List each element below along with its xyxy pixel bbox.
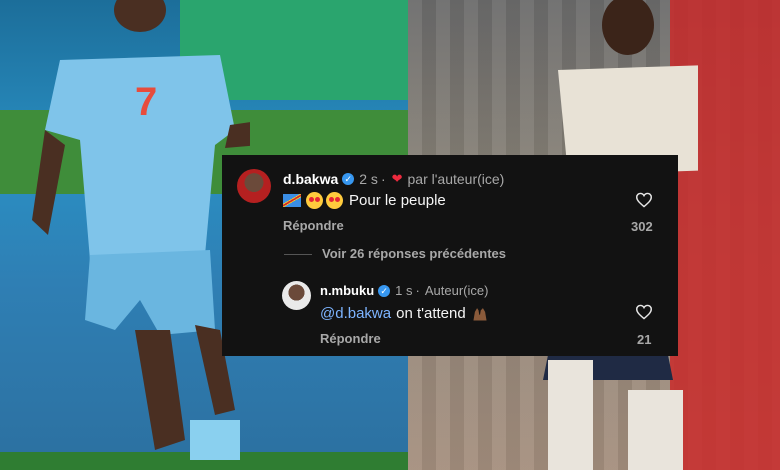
comment-text: Pour le peuple xyxy=(349,192,446,209)
red-heart-icon: ❤ xyxy=(391,171,403,186)
reply-button[interactable]: Répondre xyxy=(283,218,344,233)
reply-actions: Répondre xyxy=(320,331,381,346)
raised-hands-emoji xyxy=(473,307,487,321)
heart-eyes-emoji xyxy=(326,192,343,209)
heart-outline-icon[interactable] xyxy=(635,192,653,208)
avatar-n-mbuku[interactable] xyxy=(282,281,311,310)
view-previous-replies[interactable]: Voir 26 réponses précédentes xyxy=(322,246,506,261)
liked-by-author-label: par l'auteur(ice) xyxy=(407,171,505,187)
verified-badge-icon: ✓ xyxy=(342,173,355,185)
drc-flag-emoji xyxy=(283,194,301,207)
reply-time: 1 s xyxy=(395,283,413,298)
reply-to-reply-button[interactable]: Répondre xyxy=(320,331,381,346)
comment-time: 2 s xyxy=(359,171,378,187)
replies-divider xyxy=(284,254,312,255)
reply-text: on t'attend xyxy=(396,305,466,322)
comment-thread-card: d.bakwa ✓ 2 s · ❤ par l'auteur(ice) Pour… xyxy=(222,155,678,356)
reply-mention-link[interactable]: @d.bakwa xyxy=(320,305,391,322)
verified-badge-icon: ✓ xyxy=(378,284,391,297)
author-badge-label: Auteur(ice) xyxy=(424,283,489,298)
avatar-d-bakwa[interactable] xyxy=(237,169,271,203)
heart-eyes-emoji xyxy=(306,192,323,209)
meta-separator: · xyxy=(415,283,420,298)
jersey-number: 7 xyxy=(135,80,157,124)
comment-actions: Répondre xyxy=(283,218,344,233)
comment-body: Pour le peuple xyxy=(283,192,446,209)
view-replies-label: Voir 26 réponses précédentes xyxy=(322,246,507,261)
reply-body: @d.bakwa on t'attend xyxy=(320,305,489,322)
heart-outline-icon[interactable] xyxy=(635,304,653,320)
meta-separator: · xyxy=(380,171,386,187)
comment-username[interactable]: d.bakwa xyxy=(283,171,338,187)
reply-username[interactable]: n.mbuku xyxy=(320,283,374,298)
reply-like-count: 21 xyxy=(637,332,652,347)
comment-header: d.bakwa ✓ 2 s · ❤ par l'auteur(ice) xyxy=(283,171,504,187)
player-silhouette-left: 7 xyxy=(32,0,250,460)
reply-header: n.mbuku ✓ 1 s · Auteur(ice) xyxy=(320,283,488,298)
comment-like-count: 302 xyxy=(631,219,653,234)
